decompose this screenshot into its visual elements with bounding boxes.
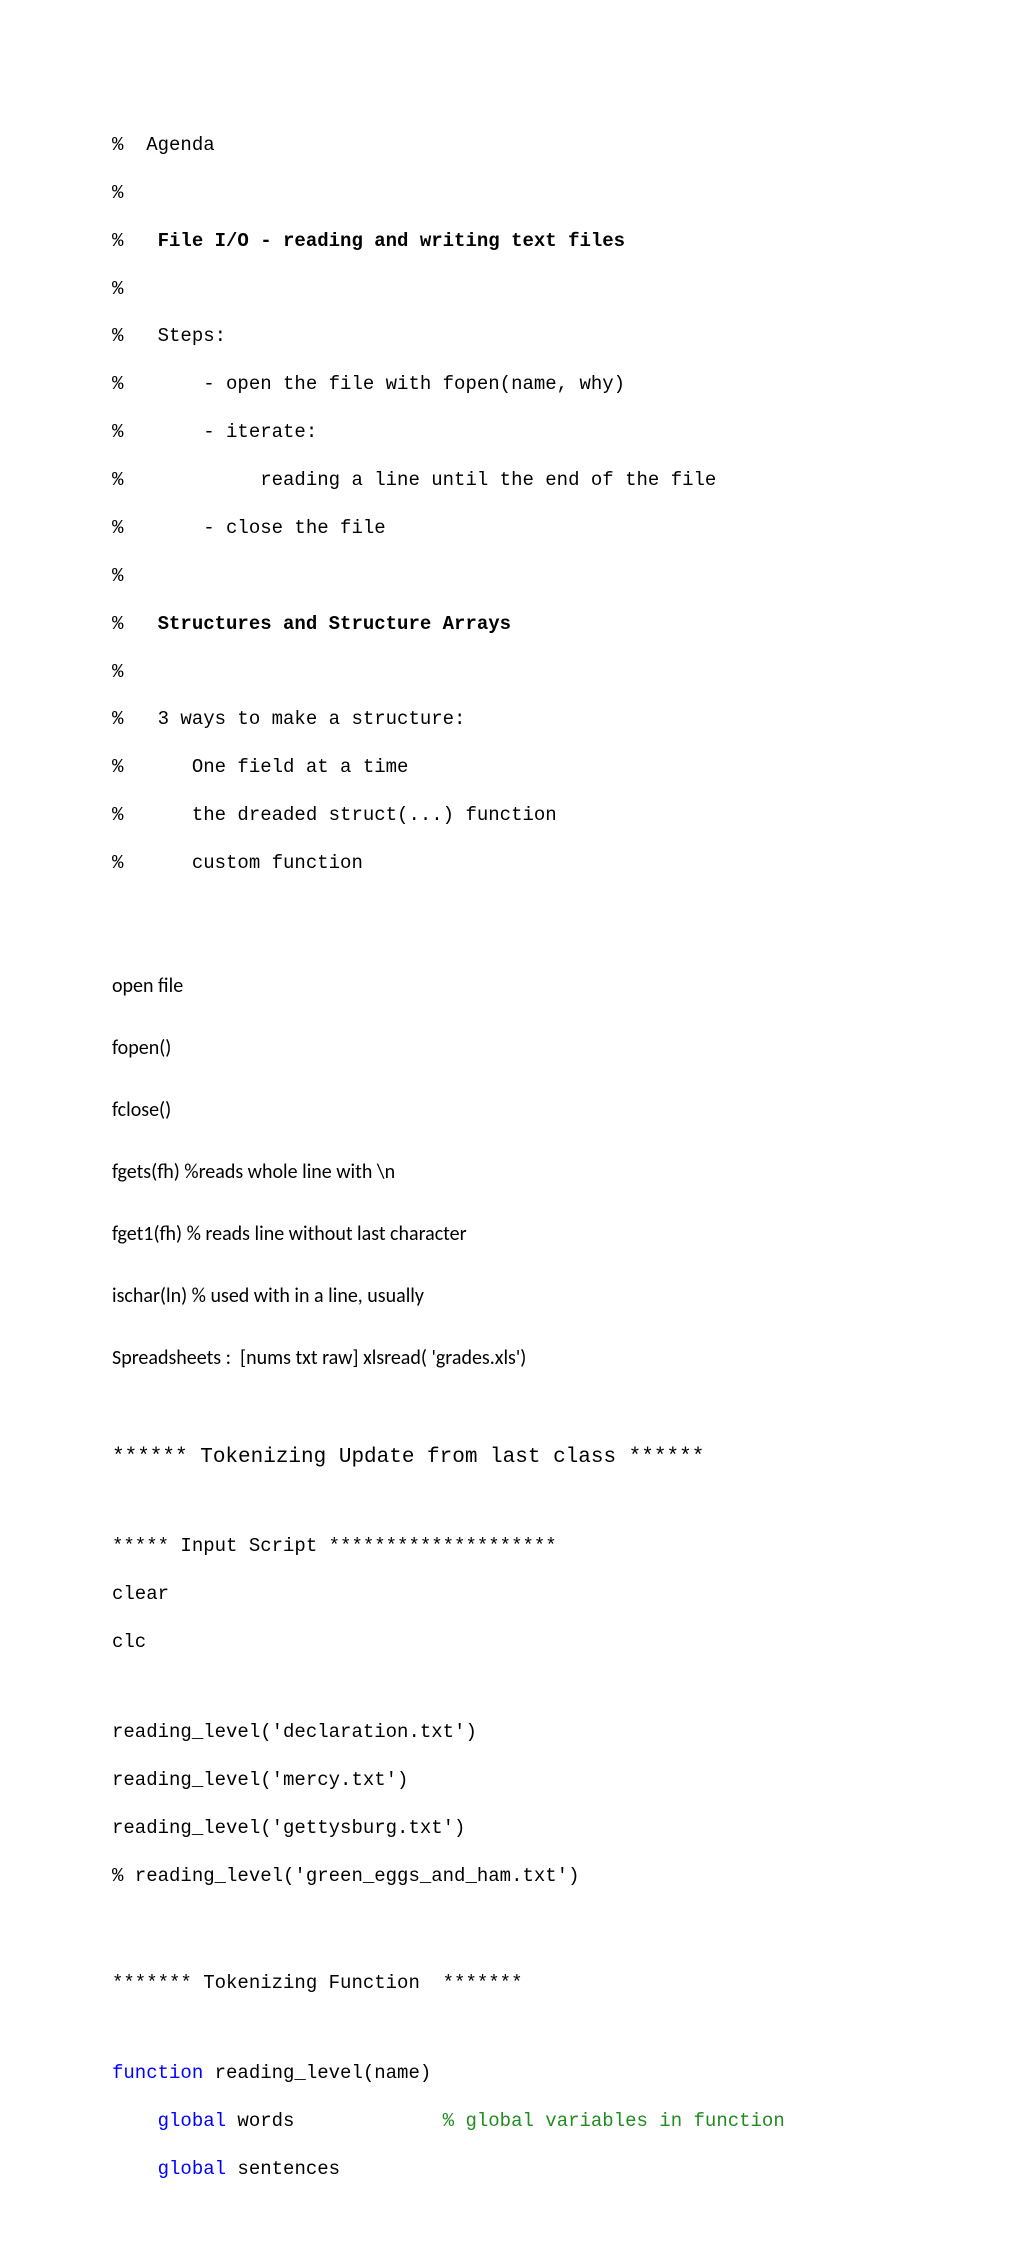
- note-line: fgets(fh) %reads whole line with \n: [112, 1157, 908, 1188]
- agenda-block: % Agenda % % File I/O - reading and writ…: [112, 110, 908, 900]
- note-line: fopen(): [112, 1033, 908, 1064]
- code-line: global sentences: [112, 2158, 908, 2182]
- notes-block: open file fopen() fclose() fgets(fh) %re…: [112, 940, 908, 1405]
- code-line: % One field at a time: [112, 756, 908, 780]
- code-line: clc: [112, 1631, 908, 1655]
- code-text: words: [226, 2110, 443, 2132]
- section-input-script: ***** Input Script ********************: [112, 1535, 908, 1559]
- spacer: [112, 900, 908, 940]
- spacer: [112, 1912, 908, 1948]
- note-line: open file: [112, 971, 908, 1002]
- code-line: % custom function: [112, 852, 908, 876]
- input-script-block: ***** Input Script ******************** …: [112, 1511, 908, 1912]
- indent: [112, 2158, 158, 2180]
- code-line: global words % global variables in funct…: [112, 2110, 908, 2134]
- heading-file-io: File I/O - reading and writing text file…: [158, 230, 625, 252]
- code-line: % 3 ways to make a structure:: [112, 708, 908, 732]
- spacer: [112, 1679, 908, 1697]
- spacer: [112, 2020, 908, 2038]
- code-line: reading_level('mercy.txt'): [112, 1769, 908, 1793]
- code-line: function reading_level(name): [112, 2062, 908, 2086]
- section-tokenizing-update: ****** Tokenizing Update from last class…: [112, 1445, 908, 1471]
- spacer: [112, 1405, 908, 1445]
- keyword-global: global: [158, 2110, 226, 2132]
- code-line: %: [112, 182, 908, 206]
- code-line: %: [112, 565, 908, 589]
- heading-structures: Structures and Structure Arrays: [158, 613, 511, 635]
- note-line: Spreadsheets : [nums txt raw] xlsread( '…: [112, 1343, 908, 1374]
- code-line: reading_level('declaration.txt'): [112, 1721, 908, 1745]
- code-line: % - iterate:: [112, 421, 908, 445]
- code-line: % the dreaded struct(...) function: [112, 804, 908, 828]
- code-line: % - close the file: [112, 517, 908, 541]
- code-line: clear: [112, 1583, 908, 1607]
- code-line: %: [112, 278, 908, 302]
- code-line: % reading a line until the end of the fi…: [112, 469, 908, 493]
- keyword-function: function: [112, 2062, 203, 2084]
- code-text: reading_level(name): [203, 2062, 431, 2084]
- note-line: fget1(fh) % reads line without last char…: [112, 1219, 908, 1250]
- code-line: %: [112, 661, 908, 685]
- tokenizing-function-block: ******* Tokenizing Function ******* func…: [112, 1948, 908, 2205]
- comment-prefix: %: [112, 613, 158, 635]
- code-line: % - open the file with fopen(name, why): [112, 373, 908, 397]
- note-line: fclose(): [112, 1095, 908, 1126]
- code-text: sentences: [226, 2158, 340, 2180]
- code-line: % reading_level('green_eggs_and_ham.txt'…: [112, 1865, 908, 1889]
- code-line: reading_level('gettysburg.txt'): [112, 1817, 908, 1841]
- section-tokenizing-function: ******* Tokenizing Function *******: [112, 1972, 908, 1996]
- spacer: [112, 1471, 908, 1511]
- code-line: % Agenda: [112, 134, 908, 158]
- note-line: ischar(ln) % used with in a line, usuall…: [112, 1281, 908, 1312]
- code-line: % Steps:: [112, 325, 908, 349]
- code-line: % File I/O - reading and writing text fi…: [112, 230, 908, 254]
- comment-prefix: %: [112, 230, 158, 252]
- keyword-global: global: [158, 2158, 226, 2180]
- comment-text: % global variables in function: [443, 2110, 785, 2132]
- code-line: % Structures and Structure Arrays: [112, 613, 908, 637]
- indent: [112, 2110, 158, 2132]
